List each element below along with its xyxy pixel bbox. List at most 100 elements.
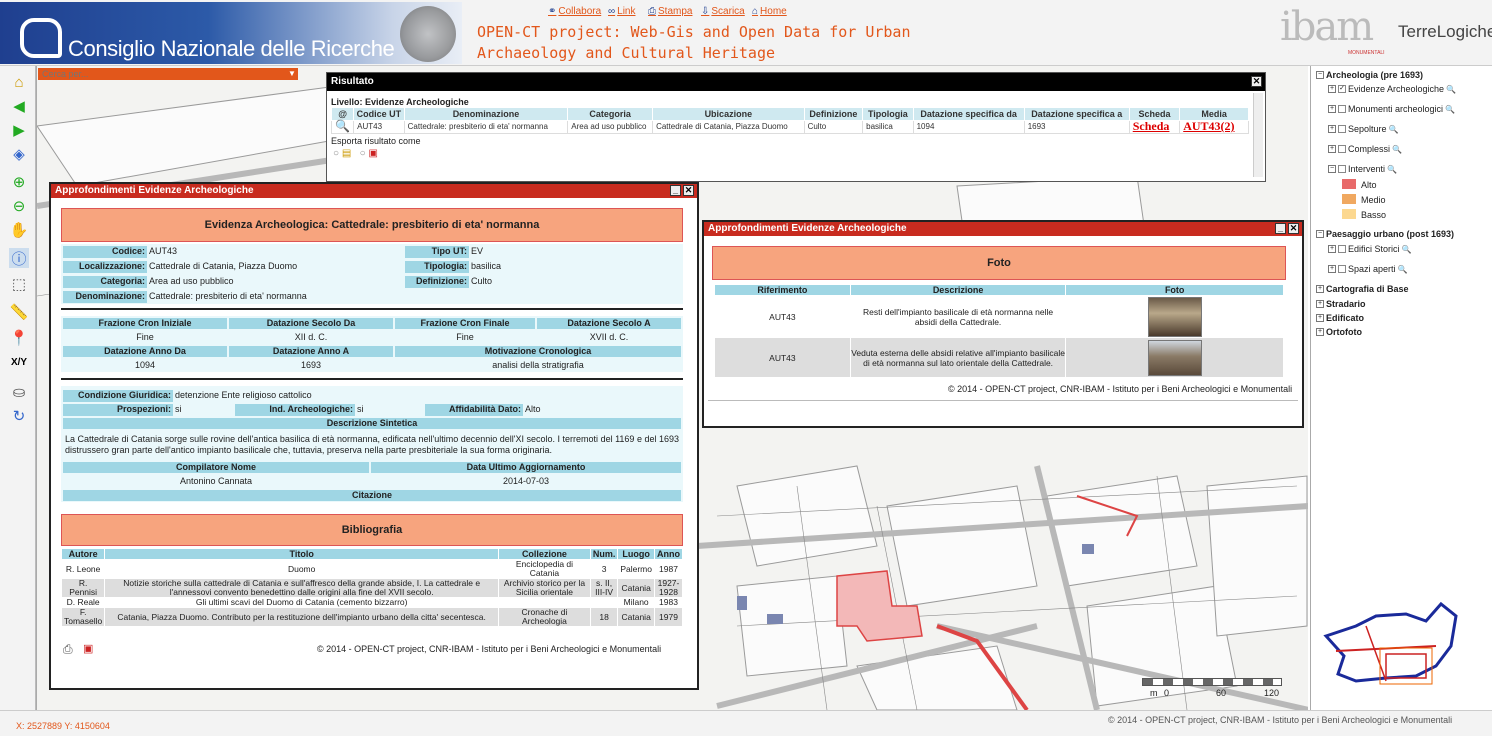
close-icon[interactable]: ✕ [683, 185, 694, 196]
bucket-icon[interactable]: ⛀ [9, 382, 29, 402]
foto-window[interactable]: Approfondimenti Evidenze Archeologiche _… [702, 220, 1304, 428]
expand-icon[interactable]: + [1316, 285, 1324, 293]
collapse-icon[interactable]: − [1316, 230, 1324, 238]
layer-interventi-label: Interventi [1348, 164, 1386, 174]
zoom-layer-icon[interactable]: 🔍 [1387, 165, 1397, 174]
pan-hand-icon[interactable]: ✋ [9, 220, 29, 240]
select-box-icon[interactable]: ⬚ [9, 274, 29, 294]
checkbox[interactable] [1338, 245, 1346, 253]
layer-paesaggio[interactable]: − Paesaggio urbano (post 1693) [1316, 229, 1454, 239]
overview-map[interactable] [1316, 596, 1488, 708]
link-scarica[interactable]: ⇩ Scarica [701, 6, 745, 17]
expand-icon[interactable]: + [1328, 85, 1336, 93]
expand-icon[interactable]: + [1316, 300, 1324, 308]
back-arrow-icon[interactable]: ◀ [9, 96, 29, 116]
close-icon[interactable]: ✕ [1251, 76, 1262, 87]
checkbox[interactable] [1338, 265, 1346, 273]
search-dropdown-icon[interactable]: ▼ [288, 69, 296, 78]
layer-evidenze[interactable]: + ✓ Evidenze Archeologiche 🔍 [1328, 84, 1456, 94]
compilatore-value: Antonino Cannata [179, 476, 253, 486]
codice-label: Codice: [63, 246, 147, 258]
expand-icon[interactable]: + [1316, 328, 1324, 336]
layer-sepolture[interactable]: + Sepolture 🔍 [1328, 124, 1399, 134]
pin-icon[interactable]: 📍 [9, 328, 29, 348]
expand-icon[interactable]: + [1328, 245, 1336, 253]
zoom-layer-icon[interactable]: 🔍 [1446, 85, 1456, 94]
identify-icon[interactable]: ⓘ [9, 248, 29, 268]
checkbox[interactable] [1338, 125, 1346, 133]
expand-icon[interactable]: + [1328, 105, 1336, 113]
foto-titlebar[interactable]: Approfondimenti Evidenze Archeologiche _… [704, 222, 1302, 236]
measure-icon[interactable]: 📏 [9, 302, 29, 322]
print-icon[interactable]: ⎙ [63, 642, 73, 657]
legend-basso-swatch [1342, 209, 1356, 219]
layer-complessi-label: Complessi [1348, 144, 1391, 154]
foto-table: Riferimento Descrizione Foto AUT43 Resti… [714, 284, 1284, 378]
close-icon[interactable]: ✕ [1288, 223, 1299, 234]
link-collabora[interactable]: ⚭ Collabora [548, 6, 601, 17]
minimize-icon[interactable]: _ [670, 185, 681, 196]
zoom-layer-icon[interactable]: 🔍 [1402, 245, 1412, 254]
search-input[interactable] [38, 68, 298, 80]
expand-icon[interactable]: + [1328, 125, 1336, 133]
photo-thumbnail[interactable] [1147, 339, 1202, 376]
export-radio-pdf[interactable]: ○ [360, 148, 366, 159]
layer-stradario[interactable]: + Stradario [1316, 299, 1366, 309]
approfondimenti-window[interactable]: Approfondimenti Evidenze Archeologiche _… [49, 182, 699, 690]
zoom-layer-icon[interactable]: 🔍 [1389, 125, 1399, 134]
legend-alto-label: Alto [1361, 180, 1377, 190]
coordinates-icon[interactable]: X/Y [9, 352, 29, 372]
zoom-to-icon[interactable]: 🔍 [330, 120, 355, 134]
checkbox[interactable] [1338, 145, 1346, 153]
risultato-scrollbar[interactable] [1253, 93, 1263, 177]
zoom-layer-icon[interactable]: 🔍 [1392, 145, 1402, 154]
scheda-link[interactable]: Scheda [1133, 119, 1170, 133]
zoom-layer-icon[interactable]: 🔍 [1398, 265, 1408, 274]
layer-monumenti[interactable]: + Monumenti archeologici 🔍 [1328, 104, 1455, 114]
layer-edifici-storici[interactable]: + Edifici Storici 🔍 [1328, 244, 1411, 254]
link-scarica-label: Scarica [711, 6, 745, 17]
pdf-icon[interactable]: ▣ [83, 642, 93, 655]
photo-thumbnail[interactable] [1147, 296, 1202, 337]
risultato-title: Risultato [331, 76, 374, 87]
layer-ortofoto[interactable]: + Ortofoto [1316, 327, 1362, 337]
layer-interventi[interactable]: − Interventi 🔍 [1328, 164, 1397, 174]
layer-edificato[interactable]: + Edificato [1316, 313, 1364, 323]
col-num: Num. [589, 548, 619, 560]
zoom-in-icon[interactable]: ⊕ [9, 172, 29, 192]
bib-anno: 1979 [653, 607, 684, 627]
link-link[interactable]: ∞ Link [608, 6, 636, 17]
expand-icon[interactable]: + [1328, 265, 1336, 273]
collapse-icon[interactable]: − [1328, 165, 1336, 173]
zoom-out-icon[interactable]: ⊖ [9, 196, 29, 216]
media-link[interactable]: AUT43(2) [1183, 119, 1234, 133]
cnr-banner[interactable]: Consiglio Nazionale delle Ricerche [0, 2, 462, 64]
forward-arrow-icon[interactable]: ▶ [9, 120, 29, 140]
checkbox-checked[interactable]: ✓ [1338, 85, 1346, 93]
collapse-icon[interactable]: − [1316, 71, 1324, 79]
link-collabora-label: Collabora [558, 6, 602, 17]
checkbox[interactable] [1338, 105, 1346, 113]
link-home[interactable]: ⌂ Home [752, 6, 787, 17]
expand-icon[interactable]: + [1316, 314, 1324, 322]
bib-collezione: Cronache di Archeologia [498, 607, 591, 627]
minimize-icon[interactable]: _ [1275, 223, 1286, 234]
layer-spazi-aperti[interactable]: + Spazi aperti 🔍 [1328, 264, 1408, 274]
risultato-titlebar[interactable]: Risultato ✕ [327, 73, 1265, 91]
expand-icon[interactable]: + [1328, 145, 1336, 153]
scale-bar: m 0 60 120 [1142, 678, 1292, 708]
export-radio-csv[interactable]: ○ [333, 148, 339, 159]
refresh-icon[interactable]: ↻ [9, 406, 29, 426]
checkbox[interactable] [1338, 165, 1346, 173]
layer-complessi[interactable]: + Complessi 🔍 [1328, 144, 1402, 154]
layer-cartografia[interactable]: + Cartografia di Base [1316, 284, 1409, 294]
zoom-layer-icon[interactable]: 🔍 [1445, 105, 1455, 114]
link-stampa[interactable]: ⎙ Stampa [648, 6, 692, 17]
home-extent-icon[interactable]: ⌂ [9, 72, 29, 92]
layer-archeologia[interactable]: − Archeologia (pre 1693) [1316, 70, 1423, 80]
bib-num: 3 [589, 559, 619, 579]
risultato-window[interactable]: Risultato ✕ Livello: Evidenze Archeologic… [326, 72, 1266, 182]
layers-icon[interactable]: ◈ [9, 144, 29, 164]
denominazione-label: Denominazione: [63, 291, 147, 303]
approfondimenti-titlebar[interactable]: Approfondimenti Evidenze Archeologiche _… [51, 184, 697, 198]
